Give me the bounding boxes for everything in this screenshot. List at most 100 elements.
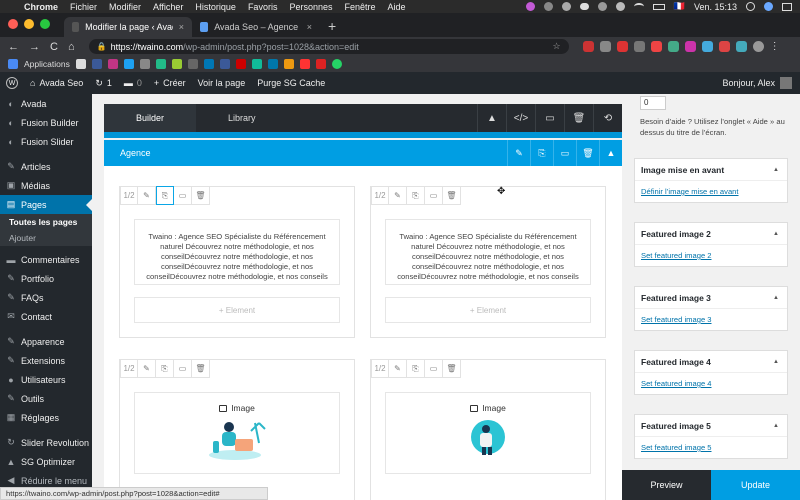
- cloud-icon[interactable]: [579, 3, 589, 10]
- collapse-icon[interactable]: ▲: [599, 140, 622, 166]
- bookmark-icon[interactable]: [219, 59, 230, 69]
- address-bar[interactable]: 🔒 https://twaino.com /wp-admin/post.php?…: [88, 39, 569, 54]
- close-window-button[interactable]: [8, 19, 18, 29]
- bookmark-icon[interactable]: [91, 59, 102, 69]
- menu-historique[interactable]: Historique: [195, 2, 236, 12]
- code-icon[interactable]: </>: [506, 104, 535, 132]
- tab-avada-seo[interactable]: Avada Seo – Agence SEO ×: [192, 17, 320, 37]
- tab-builder[interactable]: Builder: [104, 104, 197, 137]
- edit-icon[interactable]: ✎: [138, 186, 156, 205]
- box-header[interactable]: Featured image 3 ▲: [635, 287, 787, 309]
- menu-personnes[interactable]: Personnes: [289, 2, 332, 12]
- sidebar-item-articles[interactable]: ✎ Articles: [0, 157, 92, 176]
- delete-icon[interactable]: 🗑: [443, 359, 461, 378]
- view-page-link[interactable]: Voir la page: [198, 78, 246, 88]
- clone-icon[interactable]: ⎘: [530, 140, 553, 166]
- wordpress-logo-icon[interactable]: W: [6, 77, 18, 89]
- menu-aide[interactable]: Aide: [388, 2, 406, 12]
- image-element[interactable]: Image: [134, 392, 340, 474]
- extension-icon[interactable]: [599, 41, 611, 52]
- sidebar-item-contact[interactable]: ✉ Contact: [0, 307, 92, 326]
- column-size[interactable]: 1/2: [120, 186, 138, 205]
- bookmark-icon[interactable]: [107, 59, 118, 69]
- extension-icon[interactable]: [684, 41, 696, 52]
- set-featured-image-link[interactable]: Définir l’image mise en avant: [635, 181, 787, 202]
- save-icon[interactable]: ▭: [553, 140, 576, 166]
- sidebar-item-extensions[interactable]: ✎ Extensions: [0, 351, 92, 370]
- set-featured-image-2-link[interactable]: Set featured image 2: [635, 245, 787, 266]
- apps-grid-icon[interactable]: [8, 59, 18, 69]
- bookmark-icon[interactable]: [267, 59, 278, 69]
- sidebar-item-slider-revolution[interactable]: ↻ Slider Revolution: [0, 433, 92, 452]
- box-header[interactable]: Featured image 4 ▲: [635, 351, 787, 373]
- search-icon[interactable]: [746, 2, 755, 11]
- comments-link[interactable]: ▬ 0: [124, 78, 142, 88]
- home-icon[interactable]: ⌂: [68, 41, 75, 53]
- bookmark-applications[interactable]: Applications: [24, 59, 70, 69]
- clone-icon[interactable]: ⎘: [156, 359, 174, 378]
- profile-avatar[interactable]: [752, 41, 764, 52]
- collapse-icon[interactable]: ▲: [773, 167, 779, 173]
- clock[interactable]: Ven. 15:13: [694, 2, 737, 12]
- add-element-button[interactable]: + Element: [134, 297, 340, 323]
- zoom-window-button[interactable]: [40, 19, 50, 29]
- menu-favoris[interactable]: Favoris: [248, 2, 278, 12]
- sidebar-item-outils[interactable]: ✎ Outils: [0, 389, 92, 408]
- collapse-icon[interactable]: ▲: [773, 295, 779, 301]
- collapse-icon[interactable]: ▲: [773, 231, 779, 237]
- close-tab-icon[interactable]: ×: [179, 22, 184, 32]
- edit-icon[interactable]: ✎: [138, 359, 156, 378]
- sidebar-item-medias[interactable]: ▣ Médias: [0, 176, 92, 195]
- extension-icon[interactable]: [735, 41, 747, 52]
- close-tab-icon[interactable]: ×: [307, 22, 312, 32]
- menu-afficher[interactable]: Afficher: [153, 2, 183, 12]
- menu-chrome[interactable]: Chrome: [24, 2, 58, 12]
- menu-fenetre[interactable]: Fenêtre: [344, 2, 375, 12]
- delete-icon[interactable]: 🗑: [192, 186, 210, 205]
- column[interactable]: 1/2 ✎ ⎘ ▭ 🗑 Image: [370, 359, 606, 500]
- extension-icon[interactable]: [718, 41, 730, 52]
- tab-library[interactable]: Library: [196, 104, 288, 132]
- create-link[interactable]: + Créer: [154, 78, 186, 88]
- whatsapp-icon[interactable]: [331, 59, 342, 69]
- battery-icon[interactable]: [652, 3, 665, 10]
- box-header[interactable]: Featured image 2 ▲: [635, 223, 787, 245]
- save-icon[interactable]: ▭: [425, 186, 443, 205]
- sidebar-item-commentaires[interactable]: ▬ Commentaires: [0, 250, 92, 269]
- bookmark-icon[interactable]: [155, 59, 166, 69]
- column[interactable]: 1/2 ✎ ⎘ ▭ 🗑 Image: [119, 359, 355, 500]
- siri-icon[interactable]: [764, 2, 773, 11]
- delete-icon[interactable]: 🗑: [443, 186, 461, 205]
- separator-container-bar[interactable]: [104, 132, 622, 138]
- flag-icon[interactable]: 🇫🇷: [674, 1, 685, 12]
- more-menu-icon[interactable]: ⋮: [770, 41, 780, 52]
- text-element[interactable]: Twaino : Agence SEO Spécialiste du Référ…: [385, 219, 591, 285]
- minimize-window-button[interactable]: [24, 19, 34, 29]
- edit-icon[interactable]: ✎: [507, 140, 530, 166]
- save-template-icon[interactable]: ▭: [535, 104, 564, 132]
- column-size[interactable]: 1/2: [120, 359, 138, 378]
- bookmark-icon[interactable]: [139, 59, 150, 69]
- tab-modifier-la-page[interactable]: Modifier la page ‹ Avada Seo » ×: [64, 17, 192, 37]
- sidebar-item-fusion-slider[interactable]: ◐ Fusion Slider: [0, 132, 92, 151]
- back-icon[interactable]: ←: [8, 41, 19, 53]
- update-button[interactable]: Update: [711, 470, 800, 500]
- save-icon[interactable]: ▭: [174, 359, 192, 378]
- bookmark-icon[interactable]: [203, 59, 214, 69]
- column[interactable]: 1/2 ✎ ⎘ ▭ 🗑 Twaino : Agence SEO Spéciali…: [119, 186, 355, 338]
- delete-all-icon[interactable]: 🗑: [564, 104, 593, 132]
- bookmark-icon[interactable]: [235, 59, 246, 69]
- purge-cache-link[interactable]: Purge SG Cache: [257, 78, 325, 88]
- box-header[interactable]: Featured image 5 ▲: [635, 415, 787, 437]
- delete-icon[interactable]: 🗑: [576, 140, 599, 166]
- add-element-button[interactable]: + Element: [385, 297, 591, 323]
- status-app-icon[interactable]: [543, 2, 553, 11]
- delete-icon[interactable]: 🗑: [192, 359, 210, 378]
- new-tab-button[interactable]: +: [320, 18, 344, 37]
- set-featured-image-3-link[interactable]: Set featured image 3: [635, 309, 787, 330]
- sidebar-item-reglages[interactable]: ▦ Réglages: [0, 408, 92, 427]
- bookmark-icon[interactable]: [315, 59, 326, 69]
- extension-icon[interactable]: [582, 41, 594, 52]
- sidebar-item-apparence[interactable]: ✎ Apparence: [0, 332, 92, 351]
- submenu-toutes-les-pages[interactable]: Toutes les pages: [0, 214, 92, 230]
